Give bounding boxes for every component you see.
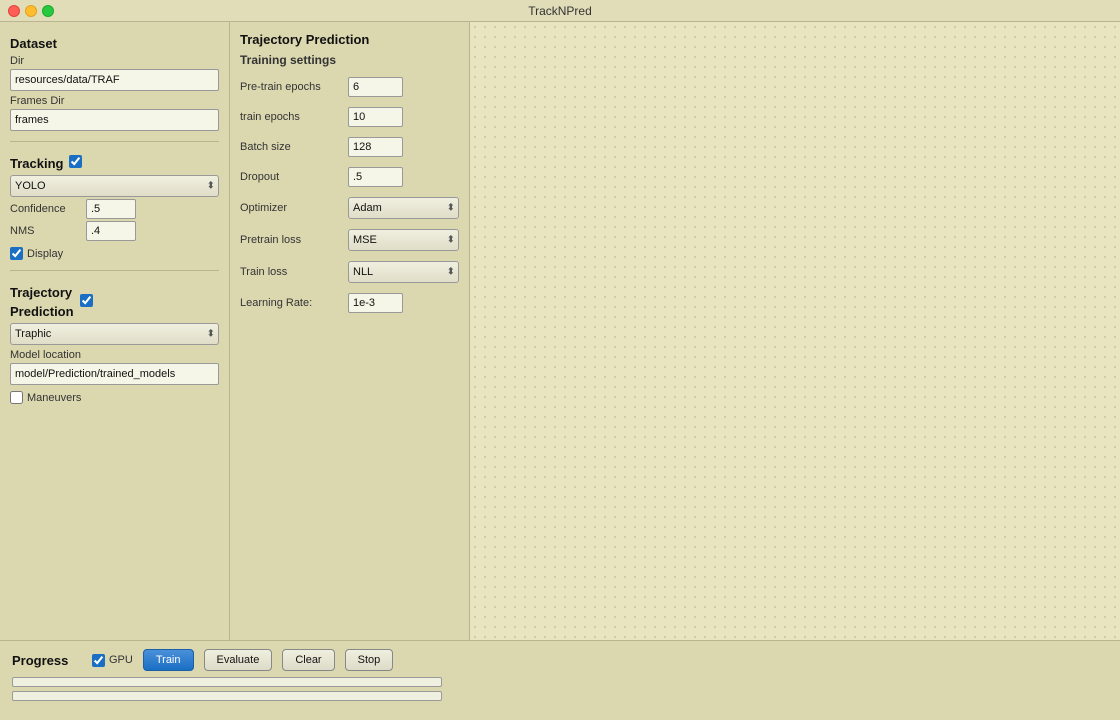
nms-label: NMS (10, 225, 80, 237)
model-location-label: Model location (10, 349, 219, 361)
progress-bar-2 (12, 691, 442, 701)
train-loss-row: Train loss NLL MSE BCE (240, 261, 459, 283)
display-label[interactable]: Display (10, 247, 219, 260)
maneuvers-checkbox[interactable] (10, 391, 23, 404)
middle-panel: Trajectory Prediction Training settings … (230, 22, 470, 640)
tracking-model-wrapper: YOLO SSD Faster-RCNN (10, 175, 219, 197)
main-content: Dataset Dir Frames Dir Tracking YOLO SSD… (0, 22, 1120, 640)
stop-button[interactable]: Stop (345, 649, 394, 671)
traj-model-wrapper: Traphic LSTM Social Force (10, 323, 219, 345)
gpu-label[interactable]: GPU (92, 654, 133, 667)
pretrain-loss-wrapper: MSE MAE BCE (348, 229, 459, 251)
learning-rate-label: Learning Rate: (240, 297, 340, 309)
maneuvers-label[interactable]: Maneuvers (10, 391, 219, 404)
bottom-bar: Progress GPU Train Evaluate Clear Stop (0, 640, 1120, 720)
evaluate-button[interactable]: Evaluate (204, 649, 273, 671)
dataset-title: Dataset (10, 36, 219, 51)
separator-1 (10, 141, 219, 142)
pretrain-epochs-input[interactable] (348, 77, 403, 97)
confidence-input[interactable] (86, 199, 136, 219)
display-checkbox[interactable] (10, 247, 23, 260)
learning-rate-input[interactable] (348, 293, 403, 313)
train-button[interactable]: Train (143, 649, 194, 671)
tracking-header: Tracking (10, 152, 219, 171)
separator-2 (10, 270, 219, 271)
batch-size-row: Batch size (240, 137, 459, 157)
train-loss-select[interactable]: NLL MSE BCE (348, 261, 459, 283)
title-bar: TrackNPred (0, 0, 1120, 22)
tracking-section: Tracking YOLO SSD Faster-RCNN Confidence… (10, 152, 219, 260)
pretrain-epochs-label: Pre-train epochs (240, 81, 340, 93)
batch-size-label: Batch size (240, 141, 340, 153)
traj-checkbox[interactable] (80, 294, 93, 307)
gpu-text: GPU (109, 654, 133, 666)
traj-header: Trajectory Prediction (10, 281, 219, 319)
traj-title-line2: Prediction (10, 304, 74, 319)
close-button[interactable] (8, 5, 20, 17)
tracking-model-select[interactable]: YOLO SSD Faster-RCNN (10, 175, 219, 197)
traj-title-line1: Trajectory (10, 285, 74, 300)
traj-model-select[interactable]: Traphic LSTM Social Force (10, 323, 219, 345)
batch-size-input[interactable] (348, 137, 403, 157)
learning-rate-row: Learning Rate: (240, 293, 459, 313)
nms-input[interactable] (86, 221, 136, 241)
train-loss-label: Train loss (240, 266, 340, 278)
pretrain-loss-row: Pretrain loss MSE MAE BCE (240, 229, 459, 251)
display-text: Display (27, 248, 63, 260)
maneuvers-text: Maneuvers (27, 392, 81, 404)
pretrain-epochs-row: Pre-train epochs (240, 77, 459, 97)
optimizer-label: Optimizer (240, 202, 340, 214)
confidence-label: Confidence (10, 203, 80, 215)
clear-button[interactable]: Clear (282, 649, 334, 671)
dir-input[interactable] (10, 69, 219, 91)
dropout-label: Dropout (240, 171, 340, 183)
traj-title-block: Trajectory Prediction (10, 281, 74, 319)
progress-bars (12, 677, 442, 701)
train-loss-wrapper: NLL MSE BCE (348, 261, 459, 283)
mid-subtitle: Training settings (240, 53, 459, 67)
train-epochs-input[interactable] (348, 107, 403, 127)
left-panel: Dataset Dir Frames Dir Tracking YOLO SSD… (0, 22, 230, 640)
confidence-row: Confidence (10, 199, 219, 219)
minimize-button[interactable] (25, 5, 37, 17)
gpu-checkbox[interactable] (92, 654, 105, 667)
dropout-row: Dropout (240, 167, 459, 187)
optimizer-row: Optimizer Adam SGD RMSProp (240, 197, 459, 219)
maximize-button[interactable] (42, 5, 54, 17)
right-panel (470, 22, 1120, 640)
window-controls[interactable] (8, 5, 54, 17)
progress-bars-row (12, 677, 1108, 701)
pretrain-loss-select[interactable]: MSE MAE BCE (348, 229, 459, 251)
train-epochs-label: train epochs (240, 111, 340, 123)
bottom-controls-row: Progress GPU Train Evaluate Clear Stop (12, 649, 1108, 671)
frames-dir-label: Frames Dir (10, 95, 219, 107)
optimizer-wrapper: Adam SGD RMSProp (348, 197, 459, 219)
optimizer-select[interactable]: Adam SGD RMSProp (348, 197, 459, 219)
model-location-input[interactable] (10, 363, 219, 385)
dataset-section: Dataset Dir Frames Dir (10, 32, 219, 131)
pretrain-loss-label: Pretrain loss (240, 234, 340, 246)
nms-row: NMS (10, 221, 219, 241)
tracking-title: Tracking (10, 156, 63, 171)
train-epochs-row: train epochs (240, 107, 459, 127)
frames-dir-input[interactable] (10, 109, 219, 131)
app-title: TrackNPred (528, 4, 592, 18)
tracking-checkbox[interactable] (69, 155, 82, 168)
mid-title: Trajectory Prediction (240, 32, 459, 47)
dir-label: Dir (10, 55, 219, 67)
trajectory-prediction-section: Trajectory Prediction Traphic LSTM Socia… (10, 281, 219, 404)
dropout-input[interactable] (348, 167, 403, 187)
progress-bar-1 (12, 677, 442, 687)
progress-label: Progress (12, 653, 82, 668)
